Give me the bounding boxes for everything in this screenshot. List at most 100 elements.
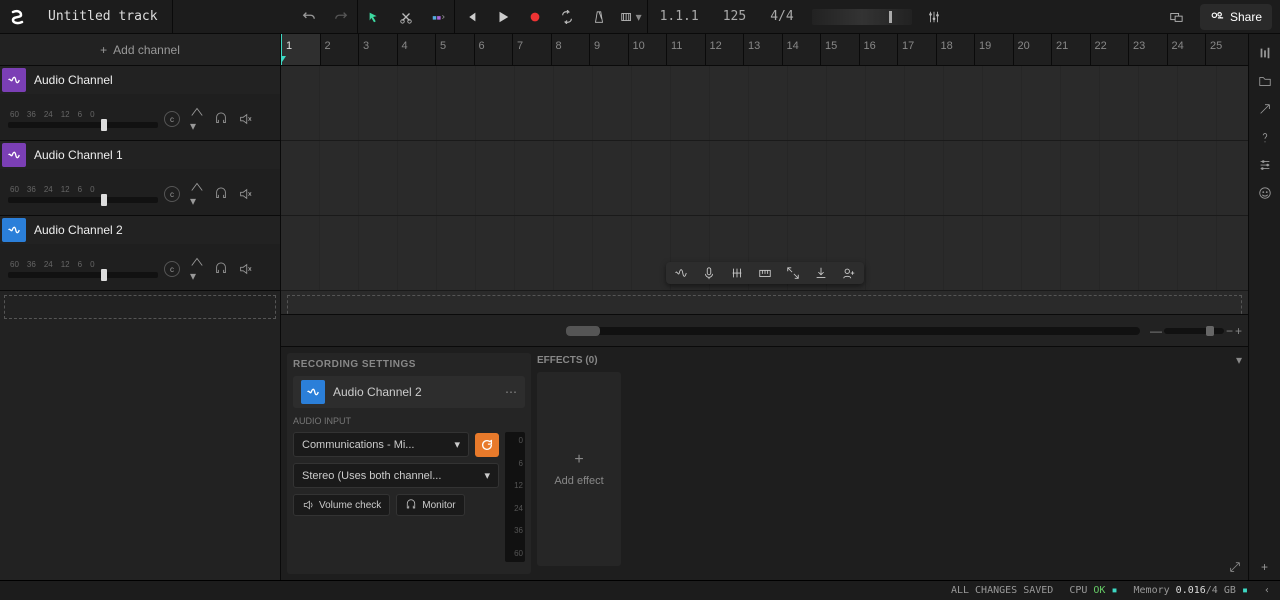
bar-marker[interactable]: 4 (397, 34, 436, 65)
track-title[interactable]: Untitled track (34, 0, 173, 33)
recording-channel-row[interactable]: Audio Channel 2 ⋯ (293, 376, 525, 408)
mute-icon[interactable] (238, 112, 252, 126)
bar-marker[interactable]: 24 (1167, 34, 1206, 65)
track-lane[interactable] (281, 141, 1248, 216)
pan-knob[interactable]: c (164, 261, 180, 277)
timeline-ruler[interactable]: 1234567891011121314151617181920212223242… (281, 34, 1248, 66)
mute-icon[interactable] (238, 262, 252, 276)
bar-marker[interactable]: 8 (551, 34, 590, 65)
mute-icon[interactable] (238, 187, 252, 201)
rail-plus[interactable]: + (1261, 560, 1268, 574)
horizontal-scroll[interactable] (566, 327, 1140, 335)
app-logo[interactable] (0, 0, 34, 34)
undo-button[interactable] (293, 0, 325, 34)
record-button[interactable] (519, 0, 551, 34)
channel-name[interactable]: Audio Channel 2 (34, 223, 123, 237)
more-icon[interactable]: ⋯ (505, 385, 517, 399)
color-tool[interactable] (422, 0, 454, 34)
bar-marker[interactable]: 9 (589, 34, 628, 65)
channel-strip[interactable]: Audio Channel 6036241260 c ▾ (0, 66, 280, 141)
bar-marker[interactable]: 15 (820, 34, 859, 65)
pointer-tool[interactable] (358, 0, 390, 34)
bar-marker[interactable]: 6 (474, 34, 513, 65)
bar-marker[interactable]: 19 (974, 34, 1013, 65)
bar-marker[interactable]: 17 (897, 34, 936, 65)
monitor-button[interactable]: Monitor (396, 494, 464, 516)
volume-check-button[interactable]: Volume check (293, 494, 390, 516)
input-device-select[interactable]: Communications - Mi... ▾ (293, 432, 469, 457)
bar-marker[interactable]: 21 (1051, 34, 1090, 65)
bar-marker[interactable]: 16 (859, 34, 898, 65)
automation-icon[interactable]: ▾ (190, 255, 204, 283)
bar-marker[interactable]: 3 (358, 34, 397, 65)
redo-button[interactable] (325, 0, 357, 34)
zoom-out[interactable]: − (1226, 324, 1233, 338)
refresh-input-button[interactable] (475, 433, 499, 457)
bar-marker[interactable]: 20 (1013, 34, 1052, 65)
playhead[interactable] (281, 34, 282, 65)
headphones-icon[interactable] (214, 187, 228, 201)
position-readout[interactable]: 1.1.1 (648, 9, 711, 24)
bar-marker[interactable]: 18 (936, 34, 975, 65)
track-lane[interactable] (281, 66, 1248, 141)
timesig-readout[interactable]: 4/4 (758, 9, 805, 24)
zoom-minimize[interactable]: — (1150, 324, 1162, 338)
panel-collapse-button[interactable]: ▾ (1236, 353, 1242, 367)
volume-slider[interactable] (8, 272, 158, 278)
mic-icon[interactable] (702, 266, 716, 280)
skip-start-button[interactable] (455, 0, 487, 34)
automation-icon[interactable]: ▾ (190, 105, 204, 133)
input-mode-select[interactable]: Stereo (Uses both channel... ▾ (293, 463, 499, 488)
loop-button[interactable] (551, 0, 583, 34)
pan-knob[interactable]: c (164, 111, 180, 127)
folder-icon[interactable] (1258, 74, 1272, 88)
bar-marker[interactable]: 12 (705, 34, 744, 65)
zoom-in[interactable]: + (1235, 324, 1242, 338)
bar-marker[interactable]: 23 (1128, 34, 1167, 65)
users-icon[interactable] (842, 266, 856, 280)
bar-marker[interactable]: 10 (628, 34, 667, 65)
channel-name[interactable]: Audio Channel (34, 73, 113, 87)
sends-icon[interactable] (1258, 102, 1272, 116)
track-lanes[interactable] (281, 66, 1248, 314)
waveform-icon[interactable] (674, 266, 688, 280)
channel-name[interactable]: Audio Channel 1 (34, 148, 123, 162)
bar-marker[interactable]: 11 (666, 34, 705, 65)
download-icon[interactable] (814, 266, 828, 280)
bar-marker[interactable]: 7 (512, 34, 551, 65)
chevron-left-icon[interactable]: ‹ (1264, 585, 1270, 596)
smiley-icon[interactable] (1258, 186, 1272, 200)
channel-drop-zone[interactable] (4, 295, 276, 319)
pan-knob[interactable]: c (164, 186, 180, 202)
share-button[interactable]: Share (1200, 4, 1272, 30)
help-icon[interactable] (1258, 130, 1272, 144)
bar-marker[interactable]: 25 (1205, 34, 1244, 65)
levels-icon[interactable] (1258, 46, 1272, 60)
play-button[interactable] (487, 0, 519, 34)
bar-marker[interactable]: 2 (320, 34, 359, 65)
bar-marker[interactable]: 5 (435, 34, 474, 65)
expand-icon[interactable] (786, 266, 800, 280)
volume-slider[interactable] (8, 197, 158, 203)
add-effect-button[interactable]: + Add effect (537, 372, 621, 566)
volume-slider[interactable] (8, 122, 158, 128)
midi-icon[interactable] (730, 266, 744, 280)
devices-button[interactable] (1160, 0, 1192, 34)
bar-marker[interactable]: 13 (743, 34, 782, 65)
bar-marker[interactable]: 1 (281, 34, 320, 65)
snap-menu[interactable]: ▾ (615, 0, 647, 34)
channel-strip[interactable]: Audio Channel 1 6036241260 c ▾ (0, 141, 280, 216)
mixer-button[interactable] (918, 0, 950, 34)
drop-zone[interactable] (287, 295, 1242, 314)
headphones-icon[interactable] (214, 262, 228, 276)
bar-marker[interactable]: 22 (1090, 34, 1129, 65)
headphones-icon[interactable] (214, 112, 228, 126)
bar-marker[interactable]: 14 (782, 34, 821, 65)
settings-sliders-icon[interactable] (1258, 158, 1272, 172)
add-channel-button[interactable]: + Add channel (0, 34, 280, 66)
automation-icon[interactable]: ▾ (190, 180, 204, 208)
keyboard-icon[interactable] (758, 266, 772, 280)
resize-icon[interactable] (1228, 560, 1242, 574)
channel-strip[interactable]: Audio Channel 2 6036241260 c ▾ (0, 216, 280, 291)
metronome-button[interactable] (583, 0, 615, 34)
